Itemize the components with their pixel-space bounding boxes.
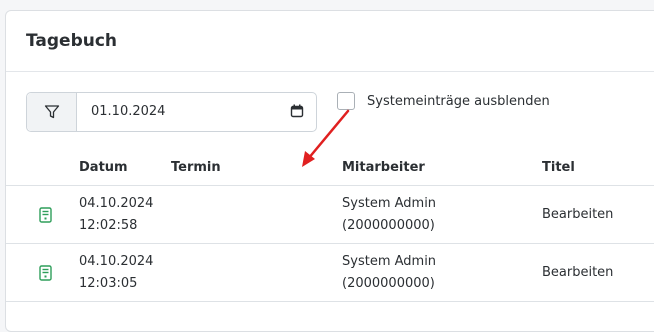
date-value: 01.10.2024 <box>91 104 166 119</box>
document-icon <box>39 265 52 281</box>
journal-panel: Tagebuch 01.10.2024 Systemeinträge ausbl… <box>5 10 654 332</box>
panel-header: Tagebuch <box>6 11 654 72</box>
row-employee-id: (2000000000) <box>342 218 435 233</box>
panel-title: Tagebuch <box>26 31 118 51</box>
header-divider <box>6 185 654 186</box>
date-input[interactable]: 01.10.2024 <box>77 93 316 131</box>
filter-button[interactable] <box>27 93 77 131</box>
filter-icon <box>44 105 59 119</box>
column-header-titel[interactable]: Titel <box>542 160 575 175</box>
column-header-termin[interactable]: Termin <box>171 160 221 175</box>
row-time: 12:03:05 <box>79 276 138 291</box>
date-filter-group: 01.10.2024 <box>26 92 317 132</box>
hide-system-label: Systemeinträge ausblenden <box>367 94 550 109</box>
document-icon <box>39 207 52 223</box>
column-header-datum[interactable]: Datum <box>79 160 128 175</box>
column-header-mitarbeiter[interactable]: Mitarbeiter <box>342 160 425 175</box>
row-date: 04.10.2024 <box>79 254 154 269</box>
row-title: Bearbeiten <box>542 207 614 222</box>
row-employee-name: System Admin <box>342 196 437 211</box>
row-employee-name: System Admin <box>342 254 437 269</box>
row-divider <box>6 243 654 244</box>
row-title: Bearbeiten <box>542 265 614 280</box>
row-employee-id: (2000000000) <box>342 276 435 291</box>
row-divider <box>6 301 654 302</box>
row-date: 04.10.2024 <box>79 196 154 211</box>
row-time: 12:02:58 <box>79 218 138 233</box>
